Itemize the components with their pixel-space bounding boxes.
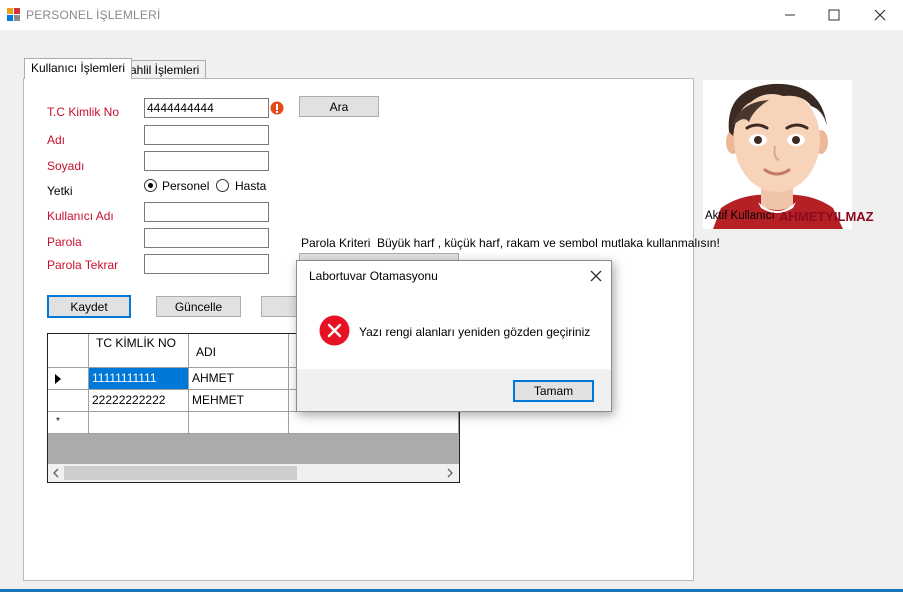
active-user-name: AHMETYILMAZ (779, 209, 874, 224)
grid-row-header[interactable] (48, 368, 89, 390)
grid-cell-extra[interactable] (289, 412, 459, 434)
name-input[interactable] (144, 125, 269, 145)
grid-header-name[interactable]: ADI (189, 334, 289, 368)
error-dialog[interactable]: Labortuvar Otamasyonu Yazı rengi alanlar… (296, 260, 612, 412)
tc-input-value: 4444444444 (147, 101, 214, 115)
personel-radio-label: Personel (162, 179, 210, 193)
password-repeat-input[interactable] (144, 254, 269, 274)
tab-kullanici-islemleri[interactable]: Kullanıcı İşlemleri (24, 58, 133, 79)
role-label: Yetki (47, 184, 73, 198)
surname-label: Soyadı (47, 159, 85, 173)
update-button[interactable]: Güncelle (156, 296, 241, 317)
grid-cell-name[interactable]: AHMET (189, 368, 289, 390)
close-icon (874, 9, 886, 21)
window-title: PERSONEL İŞLEMLERİ (26, 8, 161, 22)
surname-input[interactable] (144, 151, 269, 171)
password-criteria-label: Parola Kriteri (301, 236, 371, 250)
maximize-icon (828, 9, 840, 21)
horizontal-scrollbar[interactable] (48, 464, 459, 482)
grid-corner-header (48, 334, 89, 368)
dialog-footer: Tamam (297, 369, 611, 411)
delete-button[interactable] (261, 296, 301, 317)
tc-input[interactable]: 4444444444 (144, 98, 269, 118)
grid-new-row-marker[interactable]: * (48, 412, 89, 434)
warning-icon (270, 101, 284, 115)
scroll-left-icon[interactable] (52, 468, 60, 478)
hasta-radio-label: Hasta (235, 179, 267, 193)
grid-cell-name[interactable]: MEHMET (189, 390, 289, 412)
password-input[interactable] (144, 228, 269, 248)
personel-radio[interactable] (144, 179, 157, 192)
ok-button[interactable]: Tamam (513, 380, 594, 402)
scrollbar-thumb[interactable] (64, 466, 297, 480)
minimize-button[interactable] (767, 0, 813, 30)
password-repeat-label: Parola Tekrar (47, 258, 119, 272)
dialog-title: Labortuvar Otamasyonu (309, 269, 438, 283)
close-button[interactable] (857, 0, 903, 30)
password-label: Parola (47, 235, 82, 249)
grid-cell-name[interactable] (189, 412, 289, 434)
name-label: Adı (47, 133, 66, 147)
scroll-right-icon[interactable] (446, 468, 454, 478)
grid-cell-tc[interactable] (89, 412, 189, 434)
error-icon (319, 315, 350, 346)
tc-label: T.C Kimlik No (47, 105, 120, 119)
grid-row-header[interactable] (48, 390, 89, 412)
close-icon (590, 270, 602, 282)
username-label: Kullanıcı Adı (47, 209, 114, 223)
title-bar: PERSONEL İŞLEMLERİ (0, 0, 903, 30)
grid-cell-tc[interactable]: 11111111111 (89, 368, 189, 390)
minimize-icon (785, 14, 795, 16)
hasta-radio[interactable] (216, 179, 229, 192)
dialog-close-button[interactable] (585, 265, 607, 287)
current-row-arrow-icon (55, 374, 61, 384)
maximize-button[interactable] (811, 0, 857, 30)
password-criteria-text: Büyük harf , küçük harf, rakam ve sembol… (377, 236, 720, 250)
profile-avatar: Aktif Kullanıcı (703, 80, 852, 229)
grid-header-tc[interactable]: TC KİMLİK NO (89, 334, 189, 368)
grid-cell-tc[interactable]: 22222222222 (89, 390, 189, 412)
username-input[interactable] (144, 202, 269, 222)
dialog-message: Yazı rengi alanları yeniden gözden geçir… (359, 325, 591, 339)
search-button[interactable]: Ara (299, 96, 379, 117)
avatar-illustration (713, 83, 843, 229)
save-button[interactable]: Kaydet (47, 295, 131, 318)
app-icon (7, 8, 20, 21)
active-user-label: Aktif Kullanıcı (705, 210, 775, 222)
